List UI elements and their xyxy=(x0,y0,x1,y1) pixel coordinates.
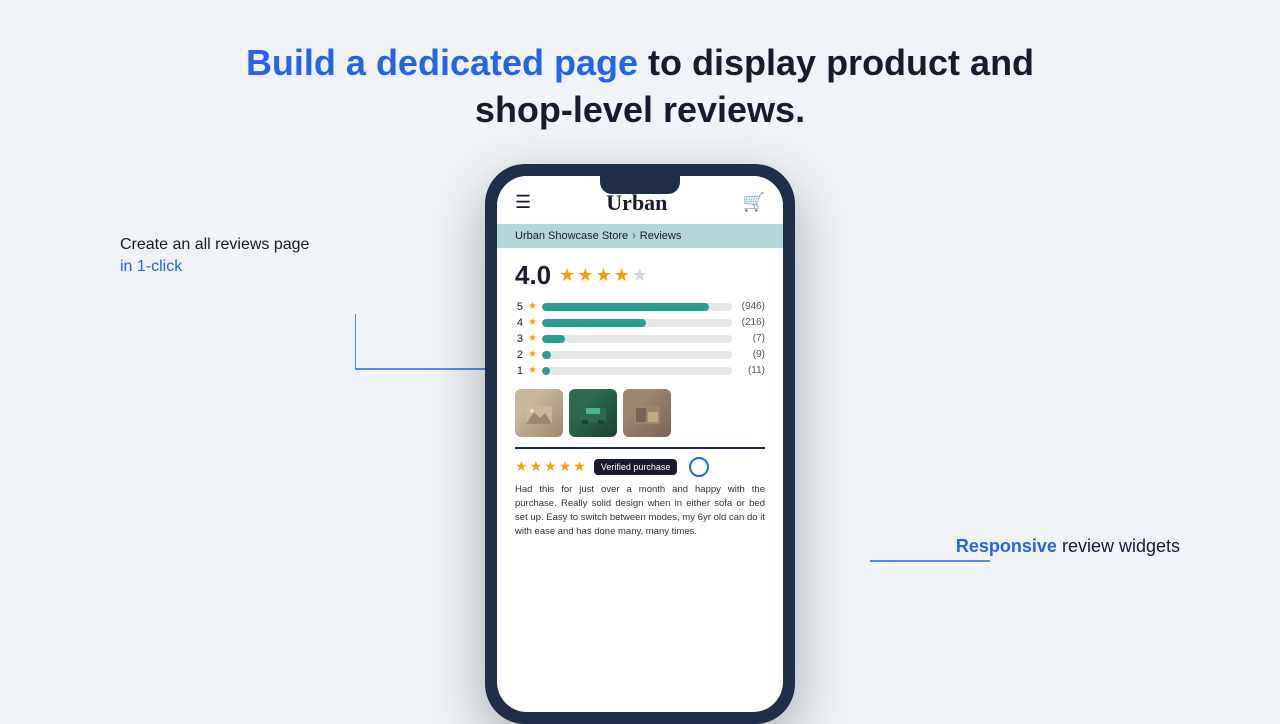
breadcrumb-page: Reviews xyxy=(640,230,682,242)
star-5-empty: ★ xyxy=(632,265,648,286)
bar-row-5: 5 ★ (946) xyxy=(515,301,765,313)
bar-track-3 xyxy=(542,335,732,343)
bar-label-4: 4 xyxy=(515,317,523,329)
bar-count-2: (9) xyxy=(737,349,765,360)
bar-label-5: 5 xyxy=(515,301,523,313)
bar-count-1: (11) xyxy=(737,365,765,376)
star-1: ★ xyxy=(559,265,575,286)
bar-fill-3 xyxy=(542,335,565,343)
hamburger-icon[interactable]: ☰ xyxy=(515,192,531,213)
bar-track-4 xyxy=(542,319,732,327)
breadcrumb-store[interactable]: Urban Showcase Store xyxy=(515,230,628,242)
review-star-4: ★ xyxy=(559,458,572,475)
breadcrumb-separator: › xyxy=(632,230,636,242)
bar-row-3: 3 ★ (7) xyxy=(515,333,765,345)
review-header: ★ ★ ★ ★ ★ Verified purchase xyxy=(515,457,765,477)
star-3: ★ xyxy=(595,265,611,286)
star-2: ★ xyxy=(577,265,593,286)
review-star-2: ★ xyxy=(530,458,543,475)
photo-thumb-2[interactable] xyxy=(569,389,617,437)
bar-fill-5 xyxy=(542,303,709,311)
bar-star-4: ★ xyxy=(528,317,537,328)
bar-star-2: ★ xyxy=(528,349,537,360)
review-star-5: ★ xyxy=(573,458,586,475)
verified-dot xyxy=(689,457,709,477)
right-annotation: Responsive review widgets xyxy=(956,534,1180,559)
review-stars: ★ ★ ★ ★ ★ xyxy=(515,458,586,475)
review-star-3: ★ xyxy=(544,458,557,475)
annotation-link: in 1-click xyxy=(120,258,182,275)
bar-fill-1 xyxy=(542,367,550,375)
title-highlight: Build a dedicated page xyxy=(246,42,638,83)
main-title: Build a dedicated page to display produc… xyxy=(246,40,1034,134)
bar-row-1: 1 ★ (11) xyxy=(515,365,765,377)
bar-track-1 xyxy=(542,367,732,375)
verified-badge: Verified purchase xyxy=(594,459,678,475)
review-text: Had this for just over a month and happy… xyxy=(515,483,765,540)
breadcrumb-bar: Urban Showcase Store › Reviews xyxy=(497,224,783,248)
bar-count-3: (7) xyxy=(737,333,765,344)
phone-frame: ☰ Urban 🛒 Urban Showcase Store › Reviews… xyxy=(485,164,795,724)
page-header: Build a dedicated page to display produc… xyxy=(246,40,1034,134)
photo-thumb-1[interactable] xyxy=(515,389,563,437)
bar-label-1: 1 xyxy=(515,365,523,377)
review-card: ★ ★ ★ ★ ★ Verified purchase Had this for… xyxy=(515,457,765,540)
bar-star-3: ★ xyxy=(528,333,537,344)
reviews-section: 4.0 ★ ★ ★ ★ ★ 5 xyxy=(497,248,783,712)
star-4: ★ xyxy=(614,265,630,286)
phone-screen: ☰ Urban 🛒 Urban Showcase Store › Reviews… xyxy=(497,176,783,712)
overall-stars: ★ ★ ★ ★ ★ xyxy=(559,265,648,286)
review-star-1: ★ xyxy=(515,458,528,475)
rating-bars: 5 ★ (946) 4 ★ xyxy=(515,301,765,377)
bar-label-3: 3 xyxy=(515,333,523,345)
bar-fill-2 xyxy=(542,351,552,359)
bar-track-2 xyxy=(542,351,732,359)
photo-row xyxy=(515,389,765,437)
divider-line xyxy=(515,447,765,449)
bar-row-2: 2 ★ (9) xyxy=(515,349,765,361)
left-connector-line xyxy=(355,314,495,374)
bar-star-5: ★ xyxy=(528,301,537,312)
phone-notch xyxy=(600,176,680,194)
photo-thumb-3[interactable] xyxy=(623,389,671,437)
bar-label-2: 2 xyxy=(515,349,523,361)
main-content: Create an all reviews page in 1-click ☰ … xyxy=(0,154,1280,724)
bar-track-5 xyxy=(542,303,732,311)
bar-star-1: ★ xyxy=(528,365,537,376)
right-annotation-text: Responsive review widgets xyxy=(956,534,1180,559)
bar-fill-4 xyxy=(542,319,647,327)
left-annotation: Create an all reviews page in 1-click xyxy=(120,234,309,279)
bar-count-5: (946) xyxy=(737,301,765,312)
bar-row-4: 4 ★ (216) xyxy=(515,317,765,329)
bar-count-4: (216) xyxy=(737,317,765,328)
left-annotation-text: Create an all reviews page in 1-click xyxy=(120,234,309,279)
phone-mockup: ☰ Urban 🛒 Urban Showcase Store › Reviews… xyxy=(485,164,795,724)
right-annotation-highlight: Responsive xyxy=(956,536,1057,556)
cart-icon[interactable]: 🛒 xyxy=(743,192,765,213)
overall-rating: 4.0 ★ ★ ★ ★ ★ xyxy=(515,260,765,291)
rating-number: 4.0 xyxy=(515,260,551,291)
